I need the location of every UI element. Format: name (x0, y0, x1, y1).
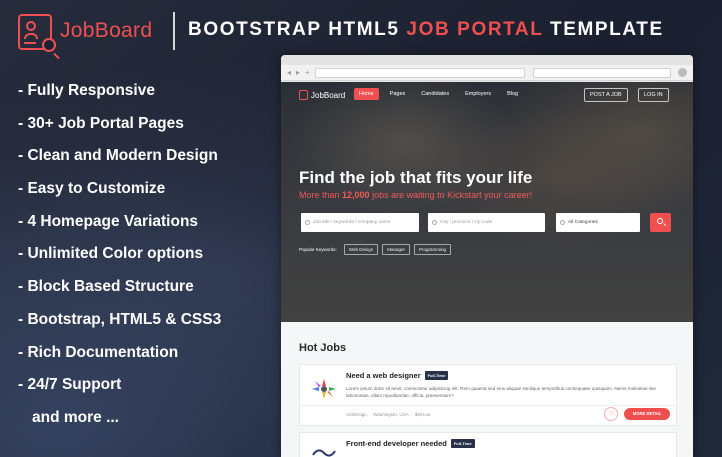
job-card-divider (300, 405, 678, 406)
keyword-input[interactable]: Job title / keywords / company name (301, 213, 419, 232)
login-button[interactable]: LOG IN (638, 88, 669, 102)
site-nav-menu: Home Pages Candidates Employers Blog (354, 88, 523, 100)
job-title-text: Front-end developer needed (346, 439, 447, 448)
hero-section: JobBoard Home Pages Candidates Employers… (281, 82, 693, 322)
keyword-tag[interactable]: Web Design (343, 244, 379, 255)
job-type-badge: Full-Time (424, 371, 449, 380)
feature-more: and more ... (32, 408, 119, 426)
site-preview: JobBoard Home Pages Candidates Employers… (281, 82, 693, 457)
magnifier-icon (657, 218, 663, 224)
post-job-button[interactable]: POST A JOB (584, 88, 628, 102)
heart-icon[interactable]: ♡ (604, 407, 618, 421)
feature-item: - 4 Homepage Variations (18, 212, 199, 230)
keyword-placeholder: Job title / keywords / company name (313, 220, 391, 225)
hot-jobs-section: Hot Jobs Need a web designer Full-Time Lo… (281, 322, 693, 457)
hero-subtitle: More than 12,000 jobs are waiting to Kic… (299, 190, 532, 200)
browser-menu-icon[interactable] (678, 68, 687, 77)
search-button[interactable] (650, 213, 671, 232)
hero-sub-pre: More than (299, 190, 343, 200)
site-logo-icon (299, 90, 308, 100)
popular-keywords: Popular Keywords: Web Design Manager Pro… (299, 244, 451, 255)
tagline-part2: TEMPLATE (543, 19, 664, 40)
job-meta: ArtiDesign · Washington, USA · $5/Hour (346, 412, 431, 417)
company-logo-icon (312, 449, 336, 457)
nav-item-blog[interactable]: Blog (502, 88, 523, 100)
feature-item: - Bootstrap, HTML5 & CSS3 (18, 310, 222, 328)
site-logo[interactable]: JobBoard (299, 90, 345, 100)
job-card[interactable]: Front-end developer needed Full-Time (299, 432, 677, 457)
nav-item-pages[interactable]: Pages (385, 88, 411, 100)
feature-item: - Block Based Structure (18, 278, 194, 296)
browser-window: ◂ ▸ + JobBoard Home Pages Candidates Emp… (281, 55, 693, 457)
hot-jobs-title: Hot Jobs (299, 342, 347, 354)
browser-toolbar: ◂ ▸ + (281, 65, 693, 81)
brand-name: JobBoard (60, 19, 153, 42)
site-navbar: JobBoard Home Pages Candidates Employers… (281, 82, 693, 110)
company-name: ArtiDesign (346, 412, 367, 417)
job-card[interactable]: Need a web designer Full-Time Lorem ipsum… (299, 364, 678, 426)
nav-item-home[interactable]: Home (354, 88, 379, 100)
browser-tabbar (281, 55, 693, 65)
search-icon (305, 220, 310, 225)
feature-item: - Clean and Modern Design (18, 147, 218, 165)
company-logo-icon (312, 379, 336, 399)
jobboard-logo-icon (18, 14, 60, 60)
forward-icon[interactable]: ▸ (296, 68, 300, 78)
site-logo-text: JobBoard (311, 91, 346, 100)
hero-sub-count: 12,000 (342, 190, 370, 200)
job-title[interactable]: Front-end developer needed Full-Time (346, 439, 475, 448)
new-tab-icon[interactable]: + (305, 68, 310, 78)
feature-list: - Fully Responsive - 30+ Job Portal Page… (18, 80, 221, 440)
header-divider (173, 12, 175, 50)
location-icon (432, 220, 437, 225)
tagline-accent: JOB PORTAL (406, 19, 544, 40)
more-detail-button[interactable]: MORE DETAIL (624, 408, 670, 420)
location-input[interactable]: City / province / zip code (428, 213, 545, 232)
tagline: BOOTSTRAP HTML5 JOB PORTAL TEMPLATE (188, 19, 664, 41)
job-title-text: Need a web designer (346, 371, 421, 380)
keyword-tag[interactable]: Manager (382, 244, 410, 255)
feature-item: - Rich Documentation (18, 343, 179, 361)
back-icon[interactable]: ◂ (287, 68, 291, 78)
category-value: All Categories (568, 220, 598, 225)
hero-title: Find the job that fits your life (299, 168, 533, 187)
job-location: Washington, USA (373, 412, 409, 417)
job-type-badge: Full-Time (450, 439, 475, 448)
job-description: Lorem ipsum dolor sit amet, consectetur … (346, 386, 656, 398)
feature-item: - 24/7 Support (18, 376, 122, 394)
keyword-tag[interactable]: Programming (413, 244, 451, 255)
category-icon (560, 220, 565, 225)
address-bar[interactable] (315, 68, 525, 78)
tagline-part1: BOOTSTRAP HTML5 (188, 19, 407, 40)
feature-item: - Easy to Customize (18, 180, 166, 198)
location-placeholder: City / province / zip code (440, 220, 493, 225)
job-title[interactable]: Need a web designer Full-Time (346, 371, 449, 380)
feature-item: - 30+ Job Portal Pages (18, 114, 184, 132)
nav-item-candidates[interactable]: Candidates (416, 88, 454, 100)
popular-keywords-label: Popular Keywords: (299, 247, 337, 252)
nav-item-employers[interactable]: Employers (460, 88, 496, 100)
feature-item: - Fully Responsive (18, 82, 155, 99)
hero-sub-post: jobs are waiting to Kickstart your caree… (369, 190, 533, 200)
feature-item: - Unlimited Color options (18, 245, 204, 263)
hero-overlay (281, 82, 693, 322)
category-select[interactable]: All Categories (556, 213, 640, 232)
browser-search-field[interactable] (533, 68, 671, 78)
header: JobBoard BOOTSTRAP HTML5 JOB PORTAL TEMP… (0, 0, 722, 60)
job-salary: $5/Hour (414, 412, 431, 417)
